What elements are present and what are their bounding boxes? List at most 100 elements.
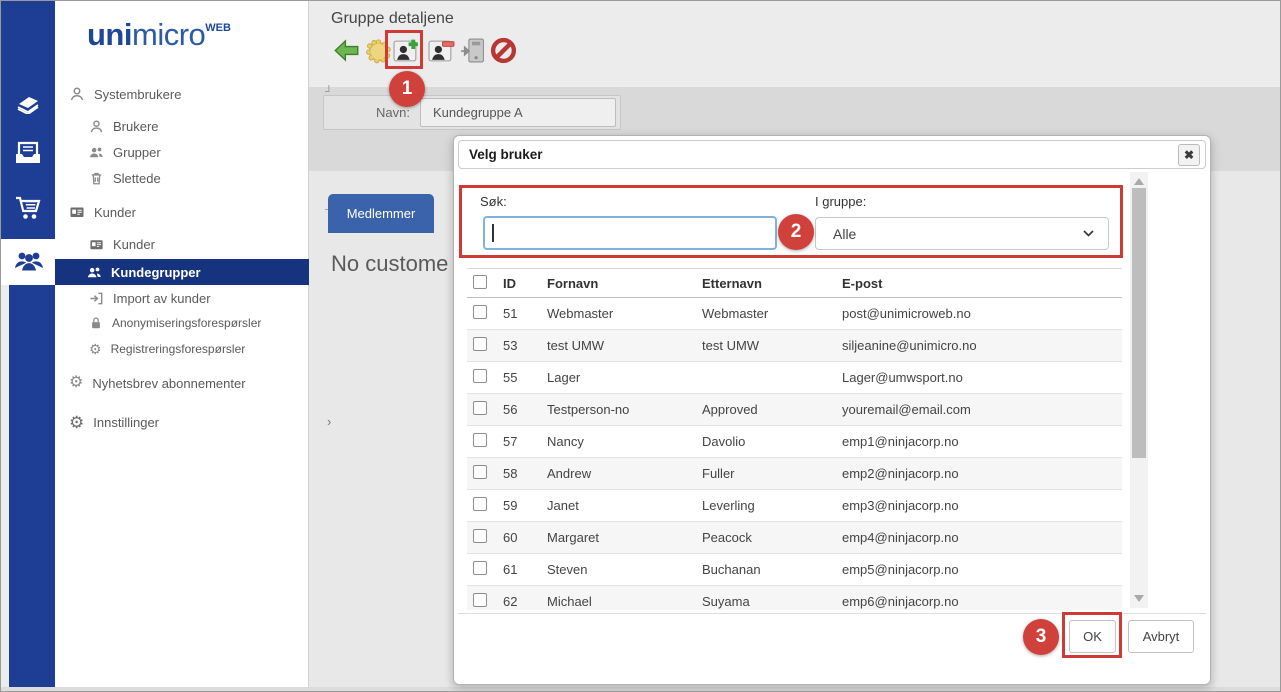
scroll-up-icon[interactable] — [1134, 178, 1144, 185]
cart-icon[interactable] — [14, 195, 42, 221]
cell-id: 58 — [503, 466, 547, 481]
sidebar-item-slettede[interactable]: Slettede — [89, 171, 161, 186]
cell-email: emp2@ninjacorp.no — [842, 466, 1122, 481]
cell-last: Fuller — [702, 466, 842, 481]
tab-medlemmer[interactable]: Medlemmer — [328, 194, 434, 233]
sidebar-item-anonymisering[interactable]: Anonymiseringsforespørsler — [89, 316, 261, 330]
sidebar-item-label: Kunder — [113, 237, 155, 252]
back-button[interactable] — [333, 37, 360, 64]
remove-user-button[interactable] — [428, 37, 455, 64]
sidebar: unimicroWEB Systembrukere ┘ Brukere — [55, 1, 309, 692]
row-checkbox[interactable] — [473, 561, 487, 575]
chevron-right-icon[interactable]: › — [327, 414, 331, 429]
table-row[interactable]: 57 Nancy Davolio emp1@ninjacorp.no — [467, 426, 1122, 458]
row-checkbox[interactable] — [473, 369, 487, 383]
col-header-id[interactable]: ID — [503, 276, 547, 291]
settings-gear-icon: ⚙ — [69, 414, 84, 431]
annotation-step-1: 1 — [389, 71, 425, 107]
avbryt-button[interactable]: Avbryt — [1128, 620, 1194, 653]
cell-id: 56 — [503, 402, 547, 417]
cell-last: test UMW — [702, 338, 842, 353]
cell-last: Buchanan — [702, 562, 842, 577]
inbox-icon[interactable] — [14, 140, 42, 166]
annotation-box-add-user — [385, 30, 423, 69]
row-checkbox[interactable] — [473, 529, 487, 543]
sidebar-item-systembrukere[interactable]: Systembrukere — [69, 86, 181, 102]
table-row[interactable]: 60 Margaret Peacock emp4@ninjacorp.no — [467, 522, 1122, 554]
sidebar-item-label: Registreringsforespørsler — [111, 342, 246, 356]
table-row[interactable]: 56 Testperson-no Approved youremail@emai… — [467, 394, 1122, 426]
logo-uni: uni — [87, 17, 132, 52]
sidebar-item-import-av-kunder[interactable]: Import av kunder — [89, 291, 211, 306]
dialog-scrollbar[interactable] — [1130, 172, 1148, 608]
app-window: unimicroWEB Systembrukere ┘ Brukere — [0, 0, 1281, 692]
export-disk-button[interactable] — [459, 37, 486, 64]
trash-icon — [89, 171, 104, 186]
sidebar-item-kundegrupper-selected[interactable]: Kundegrupper — [55, 259, 309, 285]
card-icon — [69, 204, 85, 220]
cell-id: 61 — [503, 562, 547, 577]
annotation-step-3: 3 — [1023, 619, 1059, 655]
row-checkbox[interactable] — [473, 305, 487, 319]
scrollbar-thumb[interactable] — [1132, 188, 1146, 458]
table-row[interactable]: 51 Webmaster Webmaster post@unimicroweb.… — [467, 298, 1122, 330]
icon-rail-gap — [1, 285, 9, 687]
table-row[interactable]: 53 test UMW test UMW siljeanine@unimicro… — [467, 330, 1122, 362]
table-header-row: ID Fornavn Etternavn E-post — [467, 268, 1122, 298]
annotation-box-ok — [1062, 612, 1122, 658]
sidebar-item-nyhetsbrev[interactable]: ⚙ Nyhetsbrev abonnementer — [69, 375, 246, 391]
scroll-down-icon[interactable] — [1134, 595, 1144, 602]
people-icon[interactable] — [14, 247, 42, 273]
cell-last: Davolio — [702, 434, 842, 449]
lock-icon — [89, 316, 103, 330]
gear-icon: ⚙ — [69, 375, 83, 391]
col-header-first[interactable]: Fornavn — [547, 276, 702, 291]
row-checkbox[interactable] — [473, 401, 487, 415]
documents-icon[interactable] — [14, 88, 42, 114]
cell-id: 51 — [503, 306, 547, 321]
sidebar-item-kunder[interactable]: Kunder — [89, 237, 155, 252]
empty-state-text: No custome — [331, 251, 448, 277]
close-icon[interactable]: ✖ — [1178, 144, 1200, 166]
sidebar-item-kunder-group[interactable]: Kunder — [69, 204, 136, 220]
sidebar-item-registrering[interactable]: ⚙ Registreringsforespørsler — [89, 342, 245, 356]
card-icon — [89, 237, 104, 252]
row-checkbox-cell — [467, 433, 503, 450]
row-checkbox[interactable] — [473, 465, 487, 479]
table-row[interactable]: 58 Andrew Fuller emp2@ninjacorp.no — [467, 458, 1122, 490]
select-all-checkbox[interactable] — [473, 275, 487, 289]
cell-first: Steven — [547, 562, 702, 577]
table-row[interactable]: 61 Steven Buchanan emp5@ninjacorp.no — [467, 554, 1122, 586]
col-header-last[interactable]: Etternavn — [702, 276, 842, 291]
cell-last: Peacock — [702, 530, 842, 545]
sidebar-item-innstillinger[interactable]: ⚙ Innstillinger — [69, 414, 159, 431]
import-icon — [89, 291, 104, 306]
users-icon — [87, 265, 102, 280]
sidebar-item-label: Brukere — [113, 119, 159, 134]
sidebar-item-label: Anonymiseringsforespørsler — [112, 316, 261, 330]
gear-icon: ⚙ — [89, 342, 102, 356]
table-row[interactable]: 62 Michael Suyama emp6@ninjacorp.no — [467, 586, 1122, 610]
sidebar-item-grupper[interactable]: Grupper — [89, 145, 161, 160]
group-name-input[interactable]: Kundegruppe A — [420, 98, 616, 127]
row-checkbox-cell — [467, 561, 503, 578]
user-icon — [69, 86, 85, 102]
cell-email: siljeanine@unimicro.no — [842, 338, 1122, 353]
row-checkbox-cell — [467, 369, 503, 386]
row-checkbox-cell — [467, 305, 503, 322]
cell-last: Leverling — [702, 498, 842, 513]
row-checkbox[interactable] — [473, 337, 487, 351]
col-header-email[interactable]: E-post — [842, 276, 1122, 291]
users-icon — [89, 145, 104, 160]
table-row[interactable]: 55 Lager Lager@umwsport.no — [467, 362, 1122, 394]
dialog-titlebar[interactable]: Velg bruker ✖ — [458, 140, 1206, 169]
table-row[interactable]: 59 Janet Leverling emp3@ninjacorp.no — [467, 490, 1122, 522]
row-checkbox[interactable] — [473, 593, 487, 607]
cell-id: 53 — [503, 338, 547, 353]
cell-email: emp5@ninjacorp.no — [842, 562, 1122, 577]
sidebar-item-brukere[interactable]: Brukere — [89, 119, 159, 134]
row-checkbox[interactable] — [473, 497, 487, 511]
cancel-button[interactable] — [490, 37, 517, 64]
row-checkbox[interactable] — [473, 433, 487, 447]
sidebar-item-label: Innstillinger — [93, 415, 159, 430]
